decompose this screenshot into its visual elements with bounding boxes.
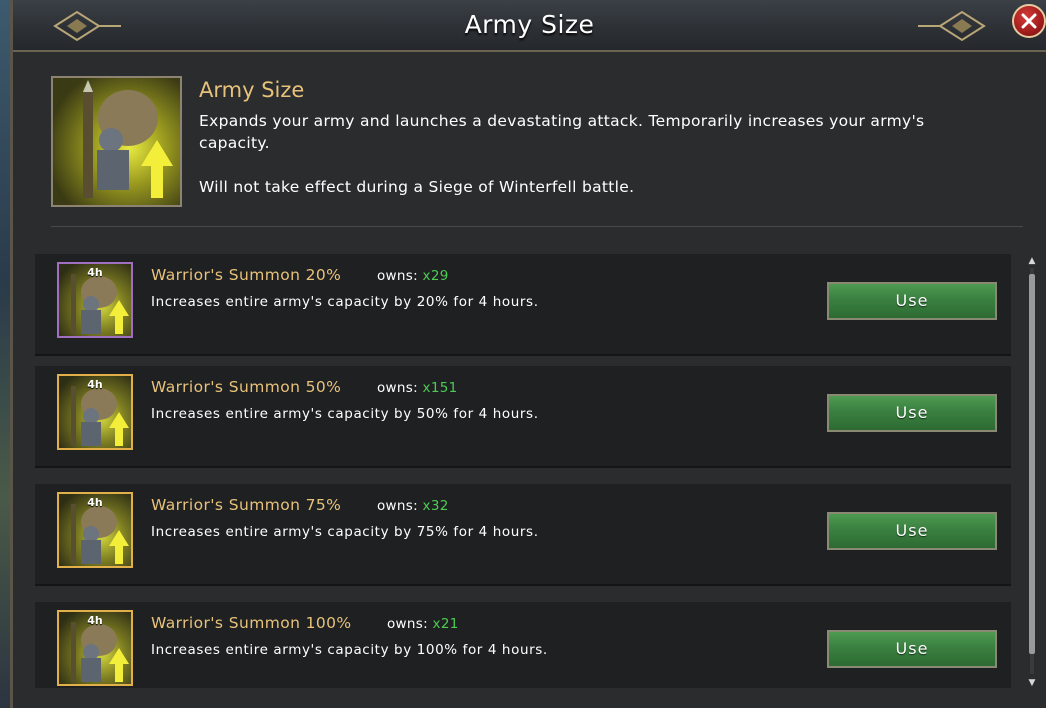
item-name: Warrior's Summon 75%: [151, 496, 342, 514]
skill-header: Army Size Expands your army and launches…: [51, 76, 1023, 226]
owns-label: owns: x151: [377, 380, 458, 396]
duration-badge: 4h: [87, 614, 103, 627]
duration-badge: 4h: [87, 266, 103, 279]
use-button[interactable]: Use: [827, 282, 997, 320]
list-item: 4h Warrior's Summon 50% owns: x151 Incre…: [35, 366, 1011, 468]
item-name: Warrior's Summon 20%: [151, 266, 342, 284]
divider: [51, 226, 1023, 227]
list-scrollbar[interactable]: ▲ ▼: [1028, 256, 1036, 688]
use-button[interactable]: Use: [827, 512, 997, 550]
owns-count: x151: [422, 380, 458, 396]
use-button[interactable]: Use: [827, 394, 997, 432]
dialog-title: Army Size: [464, 10, 595, 39]
skill-note: Will not take effect during a Siege of W…: [199, 178, 635, 196]
skill-description: Expands your army and launches a devasta…: [199, 112, 925, 152]
close-x-icon: [1021, 13, 1037, 29]
item-description: Increases entire army's capacity by 75% …: [151, 524, 539, 540]
item-list: 4h Warrior's Summon 20% owns: x29 Increa…: [35, 254, 1011, 688]
item-icon: 4h: [57, 262, 133, 338]
item-description: Increases entire army's capacity by 100%…: [151, 642, 548, 658]
army-size-dialog: Army Size Army Size Expands your army an…: [10, 0, 1046, 708]
item-icon: 4h: [57, 374, 133, 450]
owns-count: x21: [432, 616, 459, 632]
warrior-summon-icon: [83, 80, 173, 198]
skill-title: Army Size: [199, 78, 305, 102]
close-button[interactable]: [1012, 4, 1046, 38]
owns-count: x32: [422, 498, 449, 514]
owns-label: owns: x21: [387, 616, 459, 632]
scroll-up-arrow-icon[interactable]: ▲: [1028, 256, 1036, 266]
scroll-down-arrow-icon[interactable]: ▼: [1028, 678, 1036, 688]
army-size-icon: [51, 76, 182, 207]
owns-label: owns: x32: [377, 498, 449, 514]
item-description: Increases entire army's capacity by 20% …: [151, 294, 539, 310]
duration-badge: 4h: [87, 496, 103, 509]
item-description: Increases entire army's capacity by 50% …: [151, 406, 539, 422]
list-item: 4h Warrior's Summon 20% owns: x29 Increa…: [35, 254, 1011, 356]
scroll-thumb[interactable]: [1029, 274, 1035, 654]
title-bar: Army Size: [13, 0, 1046, 52]
item-name: Warrior's Summon 50%: [151, 378, 342, 396]
list-item: 4h Warrior's Summon 75% owns: x32 Increa…: [35, 484, 1011, 586]
item-name: Warrior's Summon 100%: [151, 614, 352, 632]
use-button[interactable]: Use: [827, 630, 997, 668]
owns-label: owns: x29: [377, 268, 449, 284]
title-ornament-right: [918, 10, 986, 42]
item-icon: 4h: [57, 610, 133, 686]
duration-badge: 4h: [87, 378, 103, 391]
owns-count: x29: [422, 268, 449, 284]
item-icon: 4h: [57, 492, 133, 568]
list-item: 4h Warrior's Summon 100% owns: x21 Incre…: [35, 602, 1011, 688]
